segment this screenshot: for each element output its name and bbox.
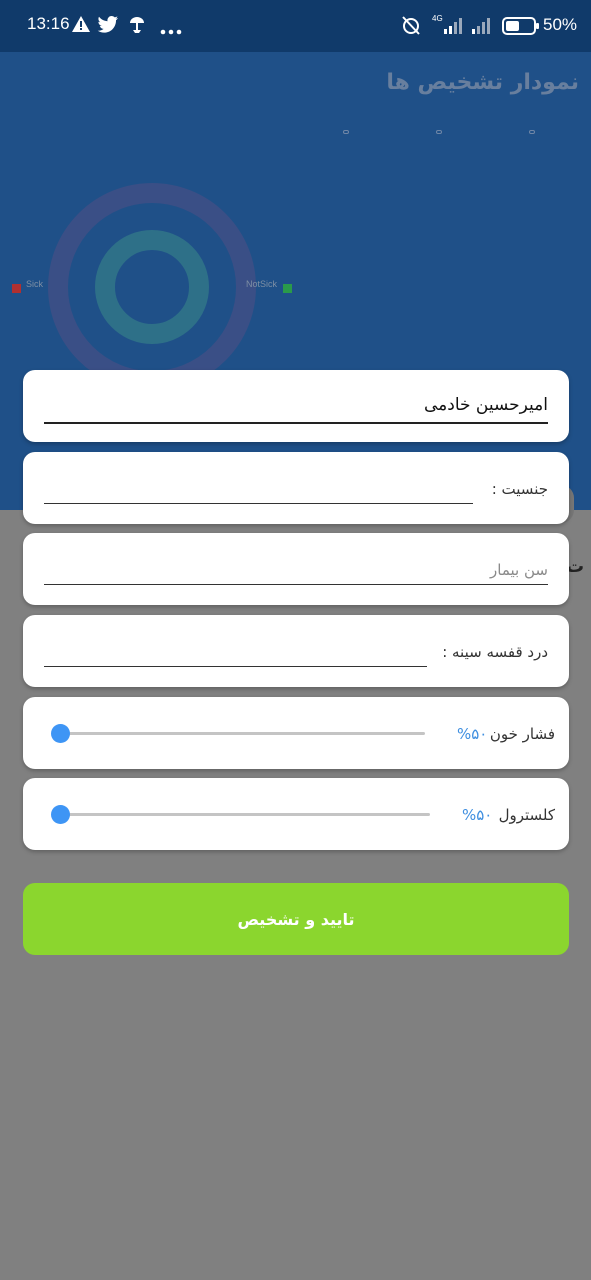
twitter-icon [97, 14, 119, 38]
warning-icon [71, 14, 91, 38]
chart-marker [529, 130, 535, 134]
blood-pressure-label: فشار خون [489, 725, 555, 743]
blood-pressure-card: فشار خون %۵۰ [23, 697, 569, 769]
chart-title: نمودار تشخیص ها [386, 70, 579, 95]
network-type: 4G [432, 14, 443, 23]
cholesterol-label: کلسترول [498, 806, 555, 824]
legend-notsick-swatch [283, 284, 292, 293]
name-card: امیرحسین خادمی [23, 370, 569, 442]
legend-sick-label: Sick [26, 279, 44, 289]
name-underline [44, 422, 548, 424]
status-time: 13:16 [27, 14, 70, 33]
blood-pressure-slider-thumb[interactable] [51, 724, 70, 743]
cholesterol-percent: %۵۰ [462, 806, 493, 824]
legend-sick-swatch [12, 284, 21, 293]
legend-notsick-label: NotSick [246, 279, 278, 289]
battery-icon [502, 17, 540, 39]
signal-icon-2 [472, 17, 492, 38]
chest-pain-label: درد قفسه سینه : [442, 643, 548, 661]
patient-name-input[interactable]: امیرحسین خادمی [424, 395, 548, 415]
gender-dropdown[interactable] [44, 503, 473, 504]
confirm-diagnose-button[interactable]: تایید و تشخیص [23, 883, 569, 955]
chest-pain-dropdown[interactable] [44, 666, 427, 667]
gender-label: جنسیت : [491, 480, 548, 498]
age-input[interactable]: سن بیمار [490, 561, 548, 579]
chest-pain-card: درد قفسه سینه : [23, 615, 569, 687]
cholesterol-card: کلسترول %۵۰ [23, 778, 569, 850]
alarm-off-icon [400, 14, 422, 40]
status-bar: 13:16 4G 50% [0, 0, 591, 52]
app-notification-icon [127, 14, 147, 38]
age-underline [44, 584, 548, 585]
blood-pressure-percent: %۵۰ [457, 725, 488, 743]
gender-card: جنسیت : [23, 452, 569, 524]
chart-marker [343, 130, 349, 134]
more-notifications-icon [160, 20, 182, 39]
age-card: سن بیمار [23, 533, 569, 605]
battery-percent: 50% [543, 15, 578, 34]
blood-pressure-slider[interactable] [53, 732, 425, 735]
signal-icon [444, 17, 464, 38]
chart-marker [436, 130, 442, 134]
cholesterol-slider-thumb[interactable] [51, 805, 70, 824]
cholesterol-slider[interactable] [53, 813, 430, 816]
